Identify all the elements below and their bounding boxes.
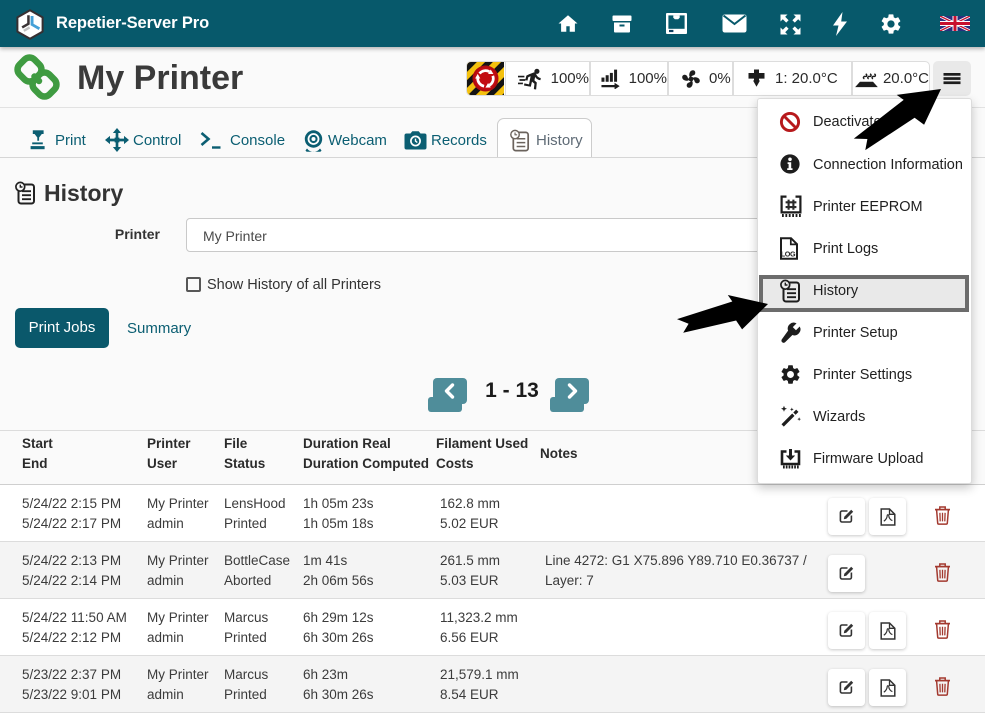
svg-text:LOG: LOG [781, 250, 796, 259]
